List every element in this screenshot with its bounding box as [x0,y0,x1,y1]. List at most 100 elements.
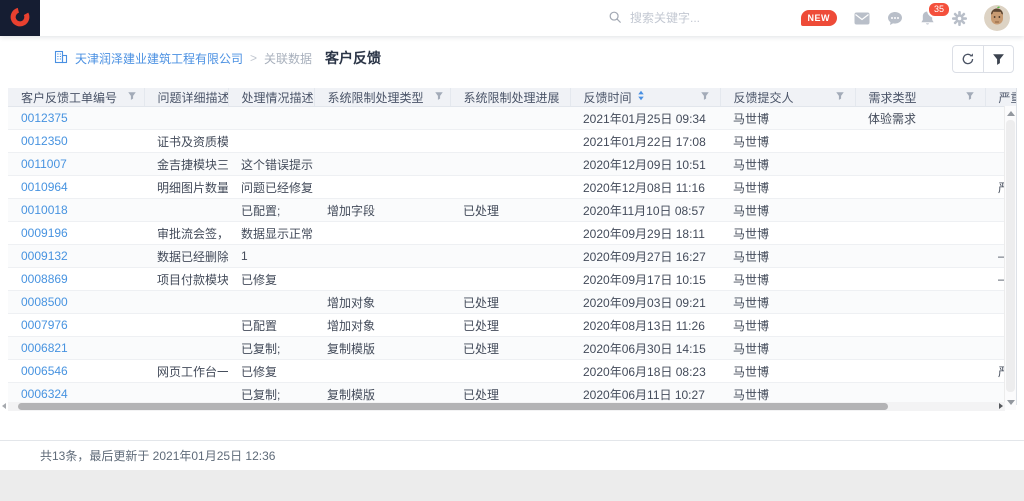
logo-c-icon [9,6,31,31]
feedback-id-link[interactable]: 0006546 [8,360,144,383]
demand-type-cell [855,176,985,199]
column-header-feedback-time[interactable]: 反馈时间 [570,88,720,107]
table-row[interactable]: 0009196 审批流会签，... 数据显示正常... 2020年09月29日 … [8,222,1017,245]
feedback-time-cell: 2020年09月17日 10:15 [570,268,720,291]
filter-icon[interactable] [700,90,710,104]
filter-icon[interactable] [835,90,845,104]
filter-icon[interactable] [434,90,444,104]
breadcrumb-row: 天津润泽建业建筑工程有限公司 > 关联数据 客户反馈 [0,36,1024,80]
submitter-cell: 马世博 [720,291,855,314]
feedback-id-link[interactable]: 0009132 [8,245,144,268]
limit-type-cell [314,360,450,383]
submitter-cell: 马世博 [720,222,855,245]
feedback-id-link[interactable]: 0011007 [8,153,144,176]
column-header-severity[interactable]: 严重 [985,88,1017,107]
feedback-time-cell: 2020年06月18日 08:23 [570,360,720,383]
limit-type-cell [314,153,450,176]
demand-type-cell [855,245,985,268]
scroll-left-arrow[interactable] [2,403,6,409]
feedback-id-link[interactable]: 0007976 [8,314,144,337]
new-feature-badge[interactable]: NEW [801,10,838,26]
vertical-scrollbar[interactable] [1004,106,1016,410]
scroll-down-arrow[interactable] [1007,400,1015,405]
limit-type-cell [314,222,450,245]
horizontal-scroll-thumb[interactable] [18,403,888,410]
chat-icon[interactable] [887,11,903,26]
handle-desc-cell: 问题已经修复... [228,176,314,199]
limit-progress-cell [450,153,570,176]
limit-type-cell: 增加字段 [314,199,450,222]
handle-desc-cell: 数据显示正常... [228,222,314,245]
horizontal-scrollbar[interactable] [8,402,1005,411]
search-icon[interactable] [608,10,622,27]
scroll-up-arrow[interactable] [1007,111,1015,116]
table-row[interactable]: 0006546 网页工作台一... 已修复 2020年06月18日 08:23 … [8,360,1017,383]
table-row[interactable]: 0012350 证书及资质模... 2021年01月22日 17:08 马世博 [8,130,1017,153]
handle-desc-cell [228,107,314,130]
column-header-problem-desc[interactable]: 问题详细描述 [144,88,228,107]
filter-icon[interactable] [965,90,975,104]
vertical-scroll-thumb[interactable] [1006,120,1015,392]
submitter-cell: 马世博 [720,199,855,222]
feedback-id-link[interactable]: 0006821 [8,337,144,360]
feedback-id-link[interactable]: 0012350 [8,130,144,153]
table-row[interactable]: 0006821 已复制; 复制模版 已处理 2020年06月30日 14:15 … [8,337,1017,360]
problem-desc-cell [144,107,228,130]
search-input[interactable] [630,11,800,25]
feedback-id-link[interactable]: 0010018 [8,199,144,222]
handle-desc-cell: 1 [228,245,314,268]
feedback-id-link[interactable]: 0010964 [8,176,144,199]
column-header-submitter[interactable]: 反馈提交人 [720,88,855,107]
feedback-id-link[interactable]: 0009196 [8,222,144,245]
limit-progress-cell [450,130,570,153]
table-toolbar [952,45,1014,73]
breadcrumb-company-link[interactable]: 天津润泽建业建筑工程有限公司 [75,50,243,67]
column-header-limit-progress[interactable]: 系统限制处理进展 [450,88,570,107]
scroll-right-arrow[interactable] [999,403,1003,409]
submitter-cell: 马世博 [720,107,855,130]
submitter-cell: 马世博 [720,245,855,268]
limit-type-cell [314,107,450,130]
table-row[interactable]: 0008500 增加对象 已处理 2020年09月03日 09:21 马世博 [8,291,1017,314]
limit-progress-cell: 已处理 [450,291,570,314]
column-header-handle-desc[interactable]: 处理情况描述 [228,88,314,107]
table-row[interactable]: 0008869 项目付款模块... 已修复 2020年09月17日 10:15 … [8,268,1017,291]
notifications-bell-icon[interactable]: 35 [920,10,935,26]
problem-desc-cell: 金吉捷模块三... [144,153,228,176]
filter-button[interactable] [983,46,1013,72]
refresh-button[interactable] [953,46,983,72]
feedback-time-cell: 2020年09月03日 09:21 [570,291,720,314]
limit-progress-cell [450,222,570,245]
column-header-demand-type[interactable]: 需求类型 [855,88,985,107]
feedback-time-cell: 2021年01月22日 17:08 [570,130,720,153]
demand-type-cell: 体验需求 [855,107,985,130]
column-header-limit-type[interactable]: 系统限制处理类型 [314,88,450,107]
feedback-id-link[interactable]: 0012375 [8,107,144,130]
table-row[interactable]: 0011007 金吉捷模块三... 这个错误提示... 2020年12月09日 … [8,153,1017,176]
problem-desc-cell [144,314,228,337]
sort-icon[interactable] [637,90,645,104]
column-header-feedback-id[interactable]: 客户反馈工单编号 [8,88,144,107]
limit-progress-cell: 已处理 [450,337,570,360]
table-row[interactable]: 0010018 已配置; 增加字段 已处理 2020年11月10日 08:57 … [8,199,1017,222]
handle-desc-cell: 已复制; [228,337,314,360]
table-row[interactable]: 0010964 明细图片数量... 问题已经修复... 2020年12月08日 … [8,176,1017,199]
app-logo[interactable] [0,0,40,36]
gear-icon[interactable] [952,11,967,26]
table-row[interactable]: 0009132 数据已经删除... 1 2020年09月27日 16:27 马世… [8,245,1017,268]
submitter-cell: 马世博 [720,153,855,176]
limit-type-cell [314,176,450,199]
user-avatar[interactable] [984,5,1010,31]
feedback-id-link[interactable]: 0008869 [8,268,144,291]
mail-icon[interactable] [854,12,870,25]
submitter-cell: 马世博 [720,360,855,383]
feedback-time-cell: 2020年12月08日 11:16 [570,176,720,199]
record-count-summary: 共13条，最后更新于 2021年01月25日 12:36 [40,447,275,464]
handle-desc-cell: 这个错误提示... [228,153,314,176]
table-row[interactable]: 0007976 已配置 增加对象 已处理 2020年08月13日 11:26 马… [8,314,1017,337]
table-row[interactable]: 0012375 2021年01月25日 09:34 马世博 体验需求 [8,107,1017,130]
problem-desc-cell: 证书及资质模... [144,130,228,153]
filter-icon[interactable] [127,90,137,104]
feedback-id-link[interactable]: 0008500 [8,291,144,314]
feedback-time-cell: 2020年08月13日 11:26 [570,314,720,337]
